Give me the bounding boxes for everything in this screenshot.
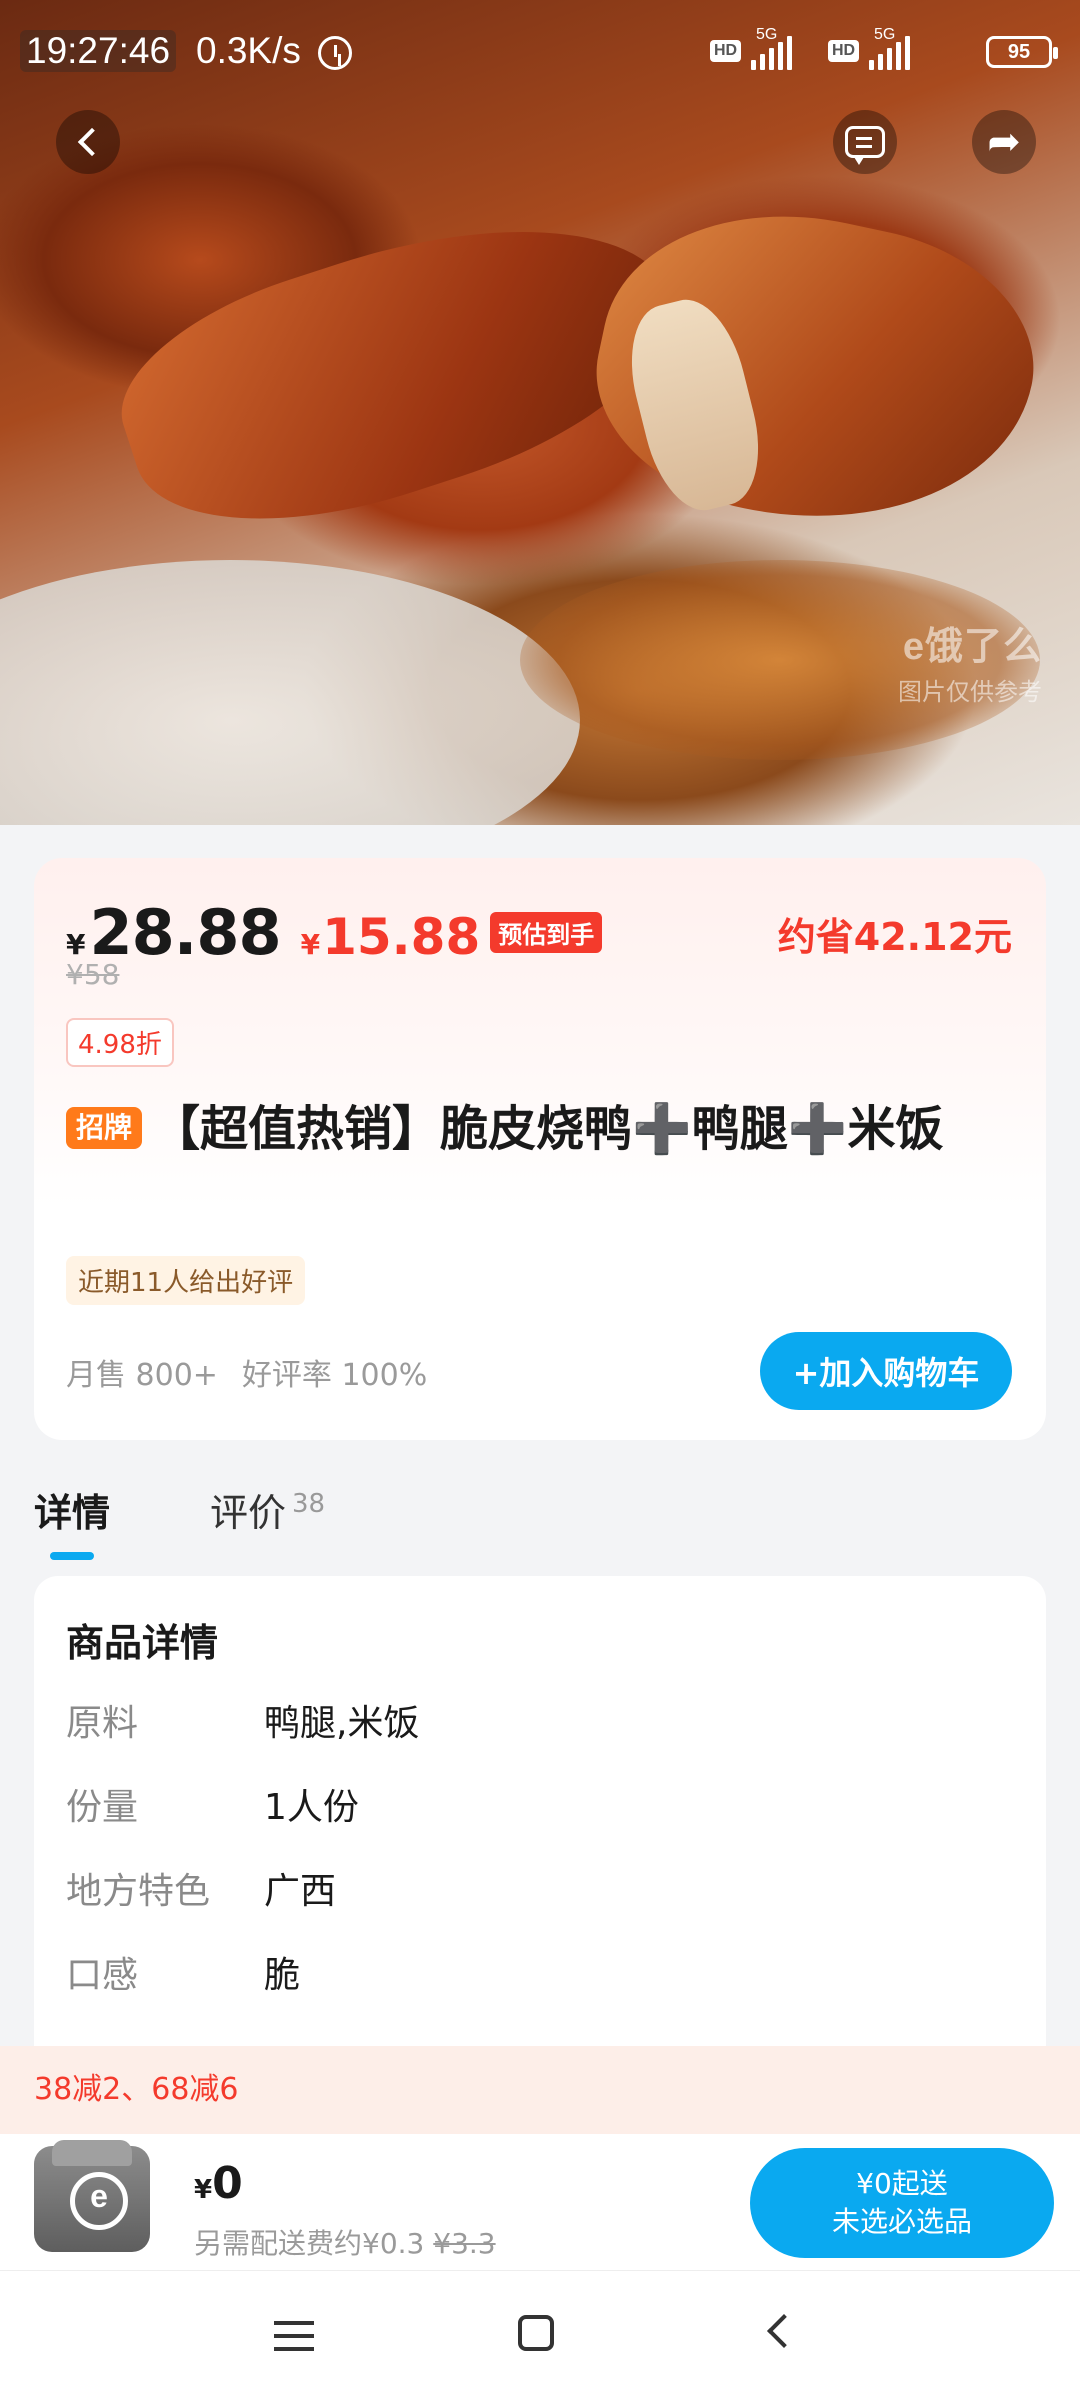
status-time: 19:27:46 [20, 30, 177, 72]
delivery-fee-text: 另需配送费约¥0.3 [194, 2227, 425, 2260]
tab-review-label: 评价 [210, 1491, 287, 1535]
image-watermark: e饿了么 图片仅供参考 [898, 615, 1042, 707]
savings-text: 约省42.12元 [777, 915, 1012, 959]
monthly-sales: 月售 800+ [66, 1358, 218, 1393]
alarm-icon [318, 36, 352, 70]
message-button[interactable] [833, 110, 897, 174]
network-speed: 0.3K/s [196, 30, 301, 71]
spec-label: 份量 [66, 1787, 139, 1828]
tab-review[interactable]: 评价 38 [210, 1482, 325, 1537]
back-button[interactable] [56, 110, 120, 174]
final-price: 15.88 [322, 908, 481, 966]
spec-row: 口感 脆 [66, 1946, 300, 1998]
sales-info: 月售 800+ 好评率 100% [66, 1350, 427, 1394]
5g-label: 5G [756, 26, 778, 43]
cart-bar: ¥0 另需配送费约¥0.3 ¥3.3 ¥0起送 未选必选品 [0, 2134, 1080, 2270]
chat-icon [845, 126, 885, 165]
cart-total: ¥0 [194, 2158, 243, 2209]
signal-icon: HD 5G [710, 26, 793, 70]
5g-label: 5G [874, 26, 896, 43]
spec-value: 鸭腿,米饭 [264, 1703, 420, 1744]
tab-detail[interactable]: 详情 [34, 1482, 110, 1537]
estimate-tag: 预估到手 [490, 912, 603, 953]
review-count: 38 [292, 1489, 326, 1519]
currency-symbol: ¥ [300, 928, 321, 961]
spec-label: 口感 [66, 1955, 139, 1996]
tab-indicator [50, 1552, 94, 1560]
checkout-hint: 未选必选品 [831, 2205, 972, 2238]
spec-value: 广西 [264, 1871, 337, 1912]
spec-label: 地方特色 [66, 1871, 211, 1912]
detail-title: 商品详情 [66, 1621, 219, 1665]
home-icon[interactable] [518, 2315, 554, 2351]
signal-icon: HD 5G [828, 26, 911, 70]
total-amount: 0 [212, 2158, 243, 2209]
product-title-text: 【超值热销】脆皮烧鸭➕鸭腿➕米饭 [152, 1101, 944, 1157]
back-icon[interactable] [767, 2314, 801, 2348]
checkout-min-order: ¥0起送 [856, 2167, 948, 2200]
spec-value: 1人份 [264, 1787, 359, 1828]
system-nav-bar [0, 2270, 1080, 2400]
status-bar: 19:27:46 0.3K/s HD 5G HD 5G 95 [20, 26, 1060, 78]
detail-card: 商品详情 原料 鸭腿,米饭 份量 1人份 地方特色 广西 口感 脆 [34, 1576, 1046, 2056]
battery-icon: 95 [986, 36, 1058, 68]
menu-icon[interactable] [274, 2321, 314, 2351]
signature-badge: 招牌 [66, 1107, 143, 1149]
price-row: ¥ 28.88 ¥ 15.88 预估到手 [66, 896, 603, 969]
spec-row: 份量 1人份 [66, 1778, 359, 1830]
hd-icon: HD [710, 40, 742, 62]
delivery-original-fee: ¥3.3 [433, 2227, 496, 2260]
share-icon: ➦ [987, 119, 1021, 165]
watermark-logo: e饿了么 [902, 626, 1042, 668]
product-title: 招牌 【超值热销】脆皮烧鸭➕鸭腿➕米饭 [66, 1094, 986, 1164]
praise-badge: 近期11人给出好评 [66, 1256, 306, 1305]
product-image[interactable]: e饿了么 图片仅供参考 [0, 0, 1080, 825]
plate-shape [0, 560, 580, 825]
product-info-card: ¥ 28.88 ¥ 15.88 预估到手 约省42.12元 ¥58 4.98折 … [34, 858, 1046, 1440]
add-to-cart-button[interactable]: +加入购物车 [760, 1332, 1012, 1410]
currency-symbol: ¥ [194, 2175, 213, 2205]
original-price: ¥58 [66, 958, 120, 991]
spec-row: 地方特色 广西 [66, 1862, 336, 1914]
rating: 好评率 100% [241, 1358, 428, 1393]
delivery-fee: 另需配送费约¥0.3 ¥3.3 [194, 2222, 496, 2262]
spec-label: 原料 [66, 1703, 139, 1744]
shopping-bag-icon[interactable] [34, 2140, 150, 2252]
watermark-text: 图片仅供参考 [898, 679, 1042, 706]
promo-banner[interactable]: 38减2、68减6 [0, 2046, 1080, 2134]
spec-value: 脆 [264, 1955, 301, 1996]
discount-badge: 4.98折 [66, 1018, 174, 1067]
currency-symbol: ¥ [66, 928, 86, 961]
spec-row: 原料 鸭腿,米饭 [66, 1694, 419, 1746]
share-button[interactable]: ➦ [972, 110, 1036, 174]
checkout-button[interactable]: ¥0起送 未选必选品 [750, 2148, 1054, 2258]
hd-icon: HD [828, 40, 860, 62]
chevron-left-icon [77, 127, 107, 157]
